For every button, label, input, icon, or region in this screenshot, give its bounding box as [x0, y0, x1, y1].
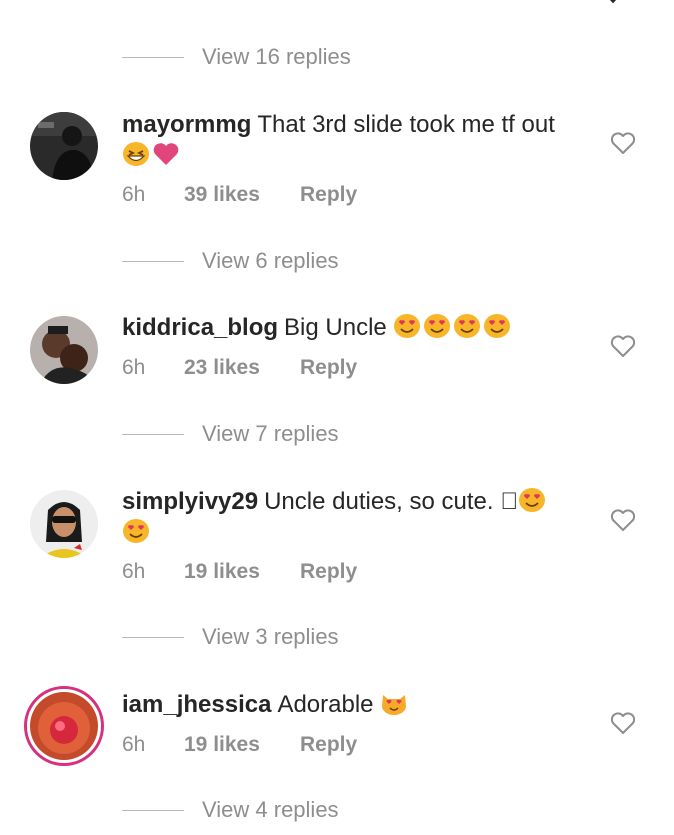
view-replies-button[interactable]: View 16 replies: [122, 42, 351, 72]
divider-line: [122, 636, 184, 638]
comment-username[interactable]: kiddrica_blog: [122, 314, 278, 341]
view-replies-label: View 7 replies: [202, 421, 339, 446]
heart-eyes-emoji: [122, 518, 150, 544]
comment-likes[interactable]: 19 likes: [184, 560, 300, 584]
divider-line: [122, 433, 184, 435]
grinning-squinting-emoji: [122, 141, 150, 167]
comment-text: simplyivy29 Uncle duties, so cute.  : [122, 486, 582, 548]
comment-username[interactable]: iam_jhessica: [122, 691, 271, 718]
previous-comment-fragment: [0, 0, 674, 10]
view-replies-label: View 6 replies: [202, 248, 339, 273]
view-replies-button[interactable]: View 3 replies: [122, 622, 339, 652]
avatar[interactable]: [24, 686, 104, 766]
comment-text: kiddrica_blog Big Uncle: [122, 312, 582, 343]
comment-time: 6h: [122, 733, 146, 756]
heart-outline-icon[interactable]: [609, 333, 637, 359]
comment-time: 6h: [122, 356, 146, 379]
view-replies-button[interactable]: View 7 replies: [122, 419, 339, 449]
heart-outline-icon[interactable]: [609, 130, 637, 156]
view-replies-label: View 3 replies: [202, 624, 339, 649]
comment-body: Uncle duties, so cute.  : [264, 488, 519, 515]
comment-likes[interactable]: 19 likes: [184, 733, 300, 757]
comment-text: iam_jhessica Adorable: [122, 689, 582, 720]
comment-time: 6h: [122, 183, 146, 206]
reply-button[interactable]: Reply: [300, 183, 357, 207]
view-replies-label: View 16 replies: [202, 44, 351, 69]
comment-username[interactable]: simplyivy29: [122, 488, 258, 515]
avatar[interactable]: [30, 316, 98, 384]
comment-meta: 6h 19 likes Reply: [122, 733, 357, 757]
comment-body: Big Uncle: [284, 314, 387, 341]
view-replies-button[interactable]: View 4 replies: [122, 795, 339, 825]
comment-text: mayormmg That 3rd slide took me tf out: [122, 109, 582, 171]
comment-meta: 6h 19 likes Reply: [122, 560, 357, 584]
heart-outline-icon[interactable]: [609, 507, 637, 533]
view-replies-label: View 4 replies: [202, 797, 339, 822]
heart-eyes-emoji: [453, 313, 481, 339]
comment-meta: 6h 39 likes Reply: [122, 183, 357, 207]
comment-time: 6h: [122, 560, 146, 583]
avatar[interactable]: [30, 490, 98, 558]
comment-meta: 6h 23 likes Reply: [122, 356, 357, 380]
heart-eyes-emoji: [518, 487, 546, 513]
pink-heart-emoji: [152, 141, 180, 167]
heart-eyes-cat-emoji: [380, 690, 408, 716]
comment-body: Adorable: [277, 691, 374, 718]
comment-likes[interactable]: 39 likes: [184, 183, 300, 207]
chevron-down-icon: [605, 0, 621, 4]
avatar[interactable]: [30, 112, 98, 180]
divider-line: [122, 56, 184, 58]
heart-outline-icon[interactable]: [609, 710, 637, 736]
reply-button[interactable]: Reply: [300, 733, 357, 757]
comment-likes[interactable]: 23 likes: [184, 356, 300, 380]
divider-line: [122, 260, 184, 262]
view-replies-button[interactable]: View 6 replies: [122, 246, 339, 276]
reply-button[interactable]: Reply: [300, 560, 357, 584]
divider-line: [122, 809, 184, 811]
comment-username[interactable]: mayormmg: [122, 111, 251, 138]
comment-body: That 3rd slide took me tf out: [257, 111, 555, 138]
heart-eyes-emoji: [423, 313, 451, 339]
heart-eyes-emoji: [483, 313, 511, 339]
heart-eyes-emoji: [393, 313, 421, 339]
reply-button[interactable]: Reply: [300, 356, 357, 380]
